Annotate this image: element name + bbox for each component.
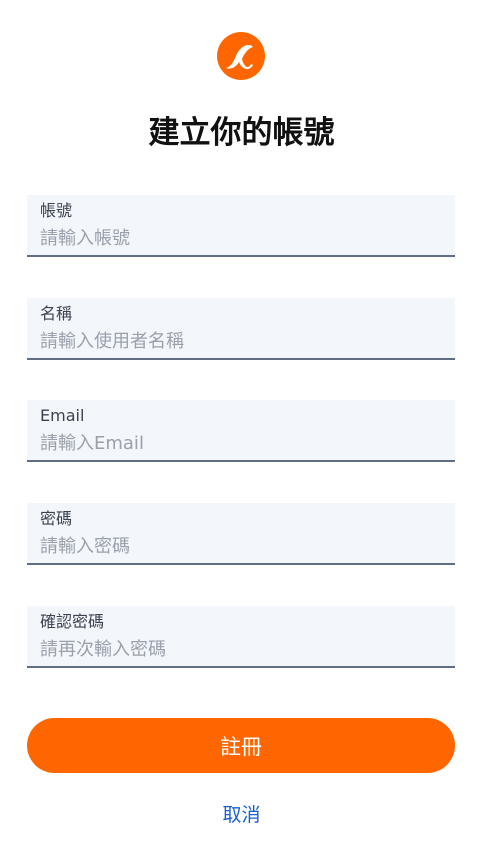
account-field[interactable]: 帳號 — [27, 195, 455, 257]
password-field[interactable]: 密碼 — [27, 503, 455, 565]
email-field-label: Email — [40, 406, 85, 425]
page-title: 建立你的帳號 — [148, 115, 335, 151]
confirm-password-input[interactable] — [40, 636, 440, 662]
password-input[interactable] — [40, 533, 440, 559]
cancel-link[interactable]: 取消 — [0, 801, 483, 829]
email-input[interactable] — [40, 430, 440, 456]
email-field[interactable]: Email — [27, 400, 455, 462]
alpha-logo-icon — [216, 30, 266, 82]
password-field-label: 密碼 — [40, 509, 73, 528]
account-input[interactable] — [40, 225, 440, 251]
username-field[interactable]: 名稱 — [27, 298, 455, 360]
register-button[interactable]: 註冊 — [27, 718, 455, 773]
account-field-label: 帳號 — [40, 201, 73, 220]
confirm-password-field-label: 確認密碼 — [40, 612, 105, 631]
username-input[interactable] — [40, 328, 440, 354]
username-field-label: 名稱 — [40, 304, 73, 323]
confirm-password-field[interactable]: 確認密碼 — [27, 606, 455, 668]
